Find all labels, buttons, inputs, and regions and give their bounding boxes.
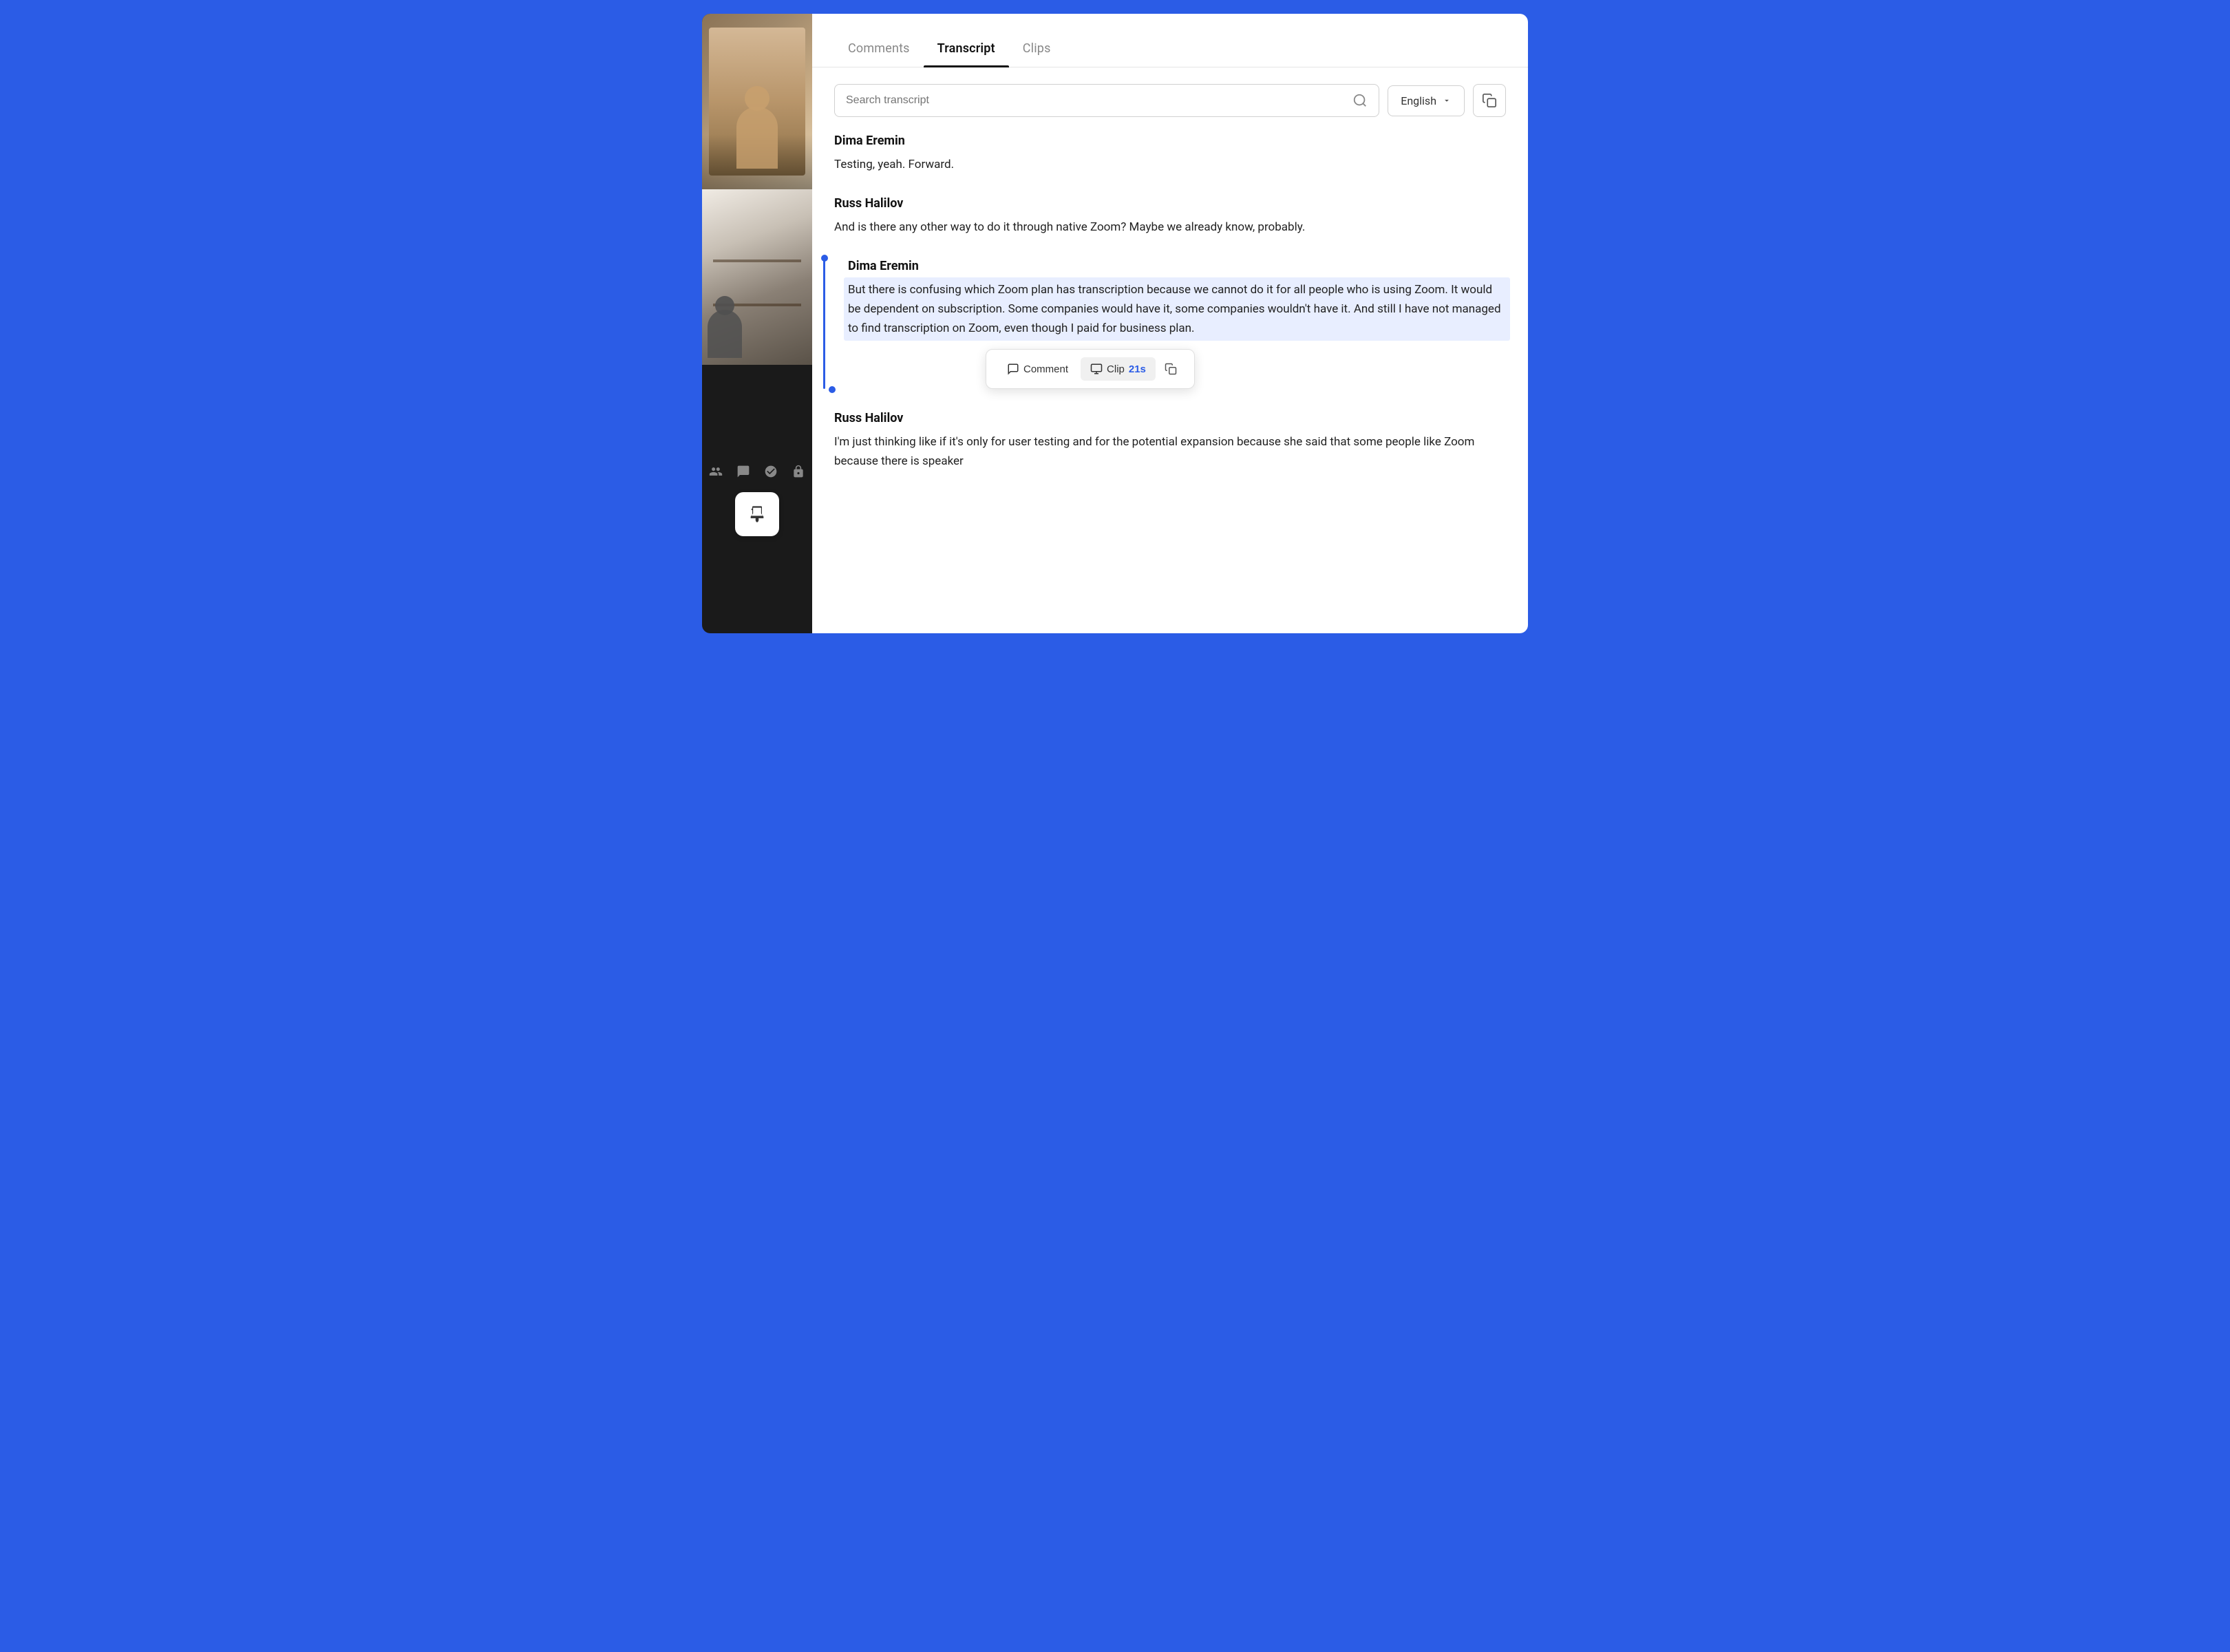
video-thumbnail-top [702,14,812,189]
language-selector[interactable]: English [1388,85,1465,116]
chevron-down-icon [1442,96,1452,105]
transcript-text-2: And is there any other way to do it thro… [834,218,1506,237]
search-area: English [812,67,1528,128]
transcript-entry-1: Dima Eremin Testing, yeah. Forward. [834,134,1506,174]
lock-icon[interactable] [789,462,808,481]
sidebar [702,14,812,633]
clip-label: Clip [1107,363,1125,375]
person-2-head [715,296,734,315]
pin-button[interactable] [735,492,779,536]
comment-label: Comment [1023,363,1068,375]
speaker-name-3: Dima Eremin [848,259,1506,273]
transcript-text-4: I'm just thinking like if it's only for … [834,432,1506,471]
highlight-dot-bottom [829,386,836,393]
transcript-entry-2: Russ Halilov And is there any other way … [834,196,1506,237]
main-panel: Comments Transcript Clips English [812,14,1528,633]
clip-button[interactable]: Clip 21s [1081,357,1156,381]
clip-duration: 21s [1129,363,1146,375]
language-label: English [1401,94,1436,107]
toolbar-copy-icon [1165,363,1177,375]
sidebar-controls [702,365,812,633]
comment-button[interactable]: Comment [997,357,1078,381]
search-icon [1352,93,1368,108]
sidebar-icon-group [706,462,808,481]
shelf-decoration [713,260,801,262]
context-toolbar: Comment Clip 21s [986,349,1195,389]
speaker-name-4: Russ Halilov [834,411,1506,425]
speaker-name-1: Dima Eremin [834,134,1506,148]
search-input-wrapper[interactable] [834,84,1379,117]
org-icon[interactable] [761,462,780,481]
search-input[interactable] [846,94,1352,107]
transcript-text-3-selected[interactable]: But there is confusing which Zoom plan h… [844,277,1510,341]
tabs-container: Comments Transcript Clips [812,14,1528,67]
speaker-name-2: Russ Halilov [834,196,1506,211]
transcript-entry-4: Russ Halilov I'm just thinking like if i… [834,411,1506,471]
highlight-dot-top [821,255,828,262]
tab-comments[interactable]: Comments [834,30,924,67]
transcript-text-1: Testing, yeah. Forward. [834,155,1506,174]
tab-transcript[interactable]: Transcript [924,30,1009,67]
person-2-body [708,310,742,358]
transcript-entry-3: Dima Eremin But there is confusing which… [834,259,1506,389]
chat-icon[interactable] [734,462,753,481]
highlight-bar [823,259,825,389]
app-container: Comments Transcript Clips English [702,14,1528,633]
copy-transcript-button[interactable] [1473,84,1506,117]
copy-icon [1482,93,1497,108]
person-silhouette [736,107,778,169]
clip-icon [1090,363,1103,375]
tab-clips[interactable]: Clips [1009,30,1065,67]
video-thumbnail-bottom [702,189,812,365]
comment-icon [1007,363,1019,375]
toolbar-copy-button[interactable] [1158,357,1183,381]
people-icon[interactable] [706,462,725,481]
transcript-content: Dima Eremin Testing, yeah. Forward. Russ… [812,128,1528,633]
